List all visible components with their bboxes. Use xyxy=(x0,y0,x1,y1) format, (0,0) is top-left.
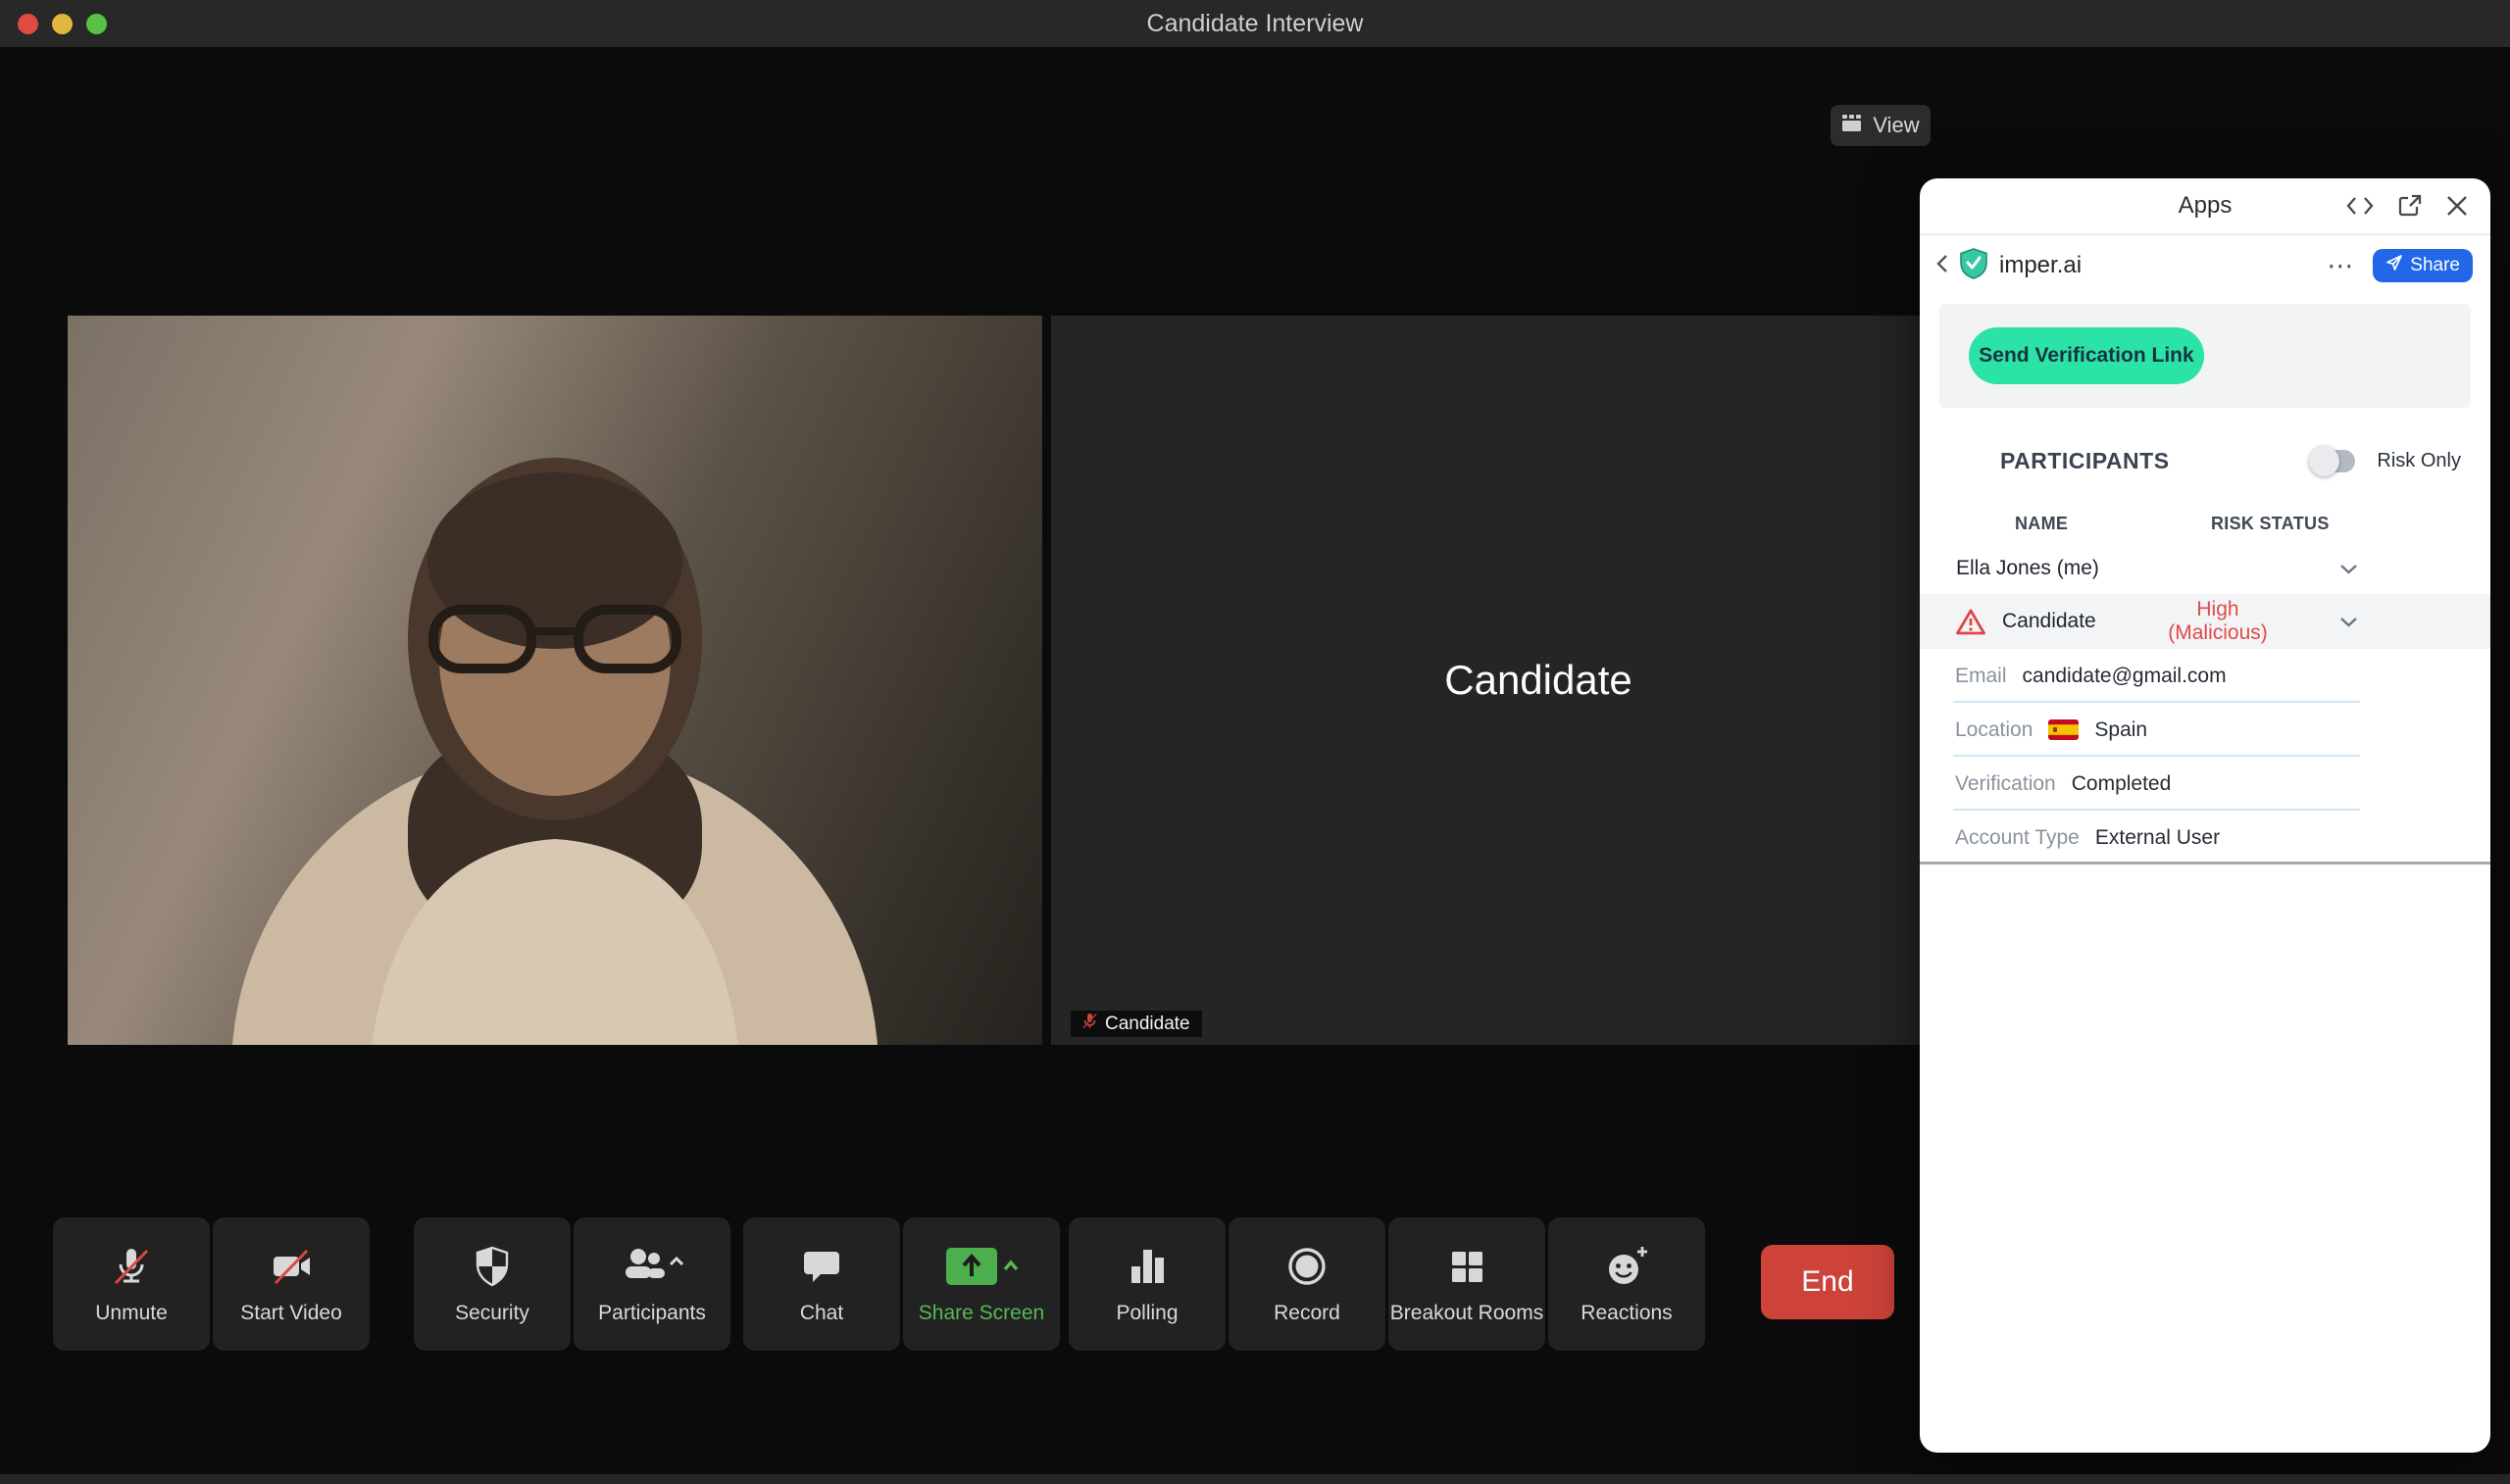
risk-status-column-header: RISK STATUS xyxy=(2211,514,2330,535)
toggle-knob xyxy=(2309,446,2339,476)
detail-label: Account Type xyxy=(1955,826,2080,850)
chat-label: Chat xyxy=(800,1302,843,1325)
participants-table-header: NAME RISK STATUS xyxy=(1920,514,2490,535)
participants-button[interactable]: Participants xyxy=(574,1217,730,1351)
record-icon xyxy=(1284,1243,1330,1290)
unmute-label: Unmute xyxy=(95,1302,168,1325)
person-silhouette xyxy=(68,316,1042,1045)
chevron-down-icon[interactable] xyxy=(2339,557,2358,580)
detail-value: Completed xyxy=(2072,772,2172,796)
app-name: imper.ai xyxy=(1999,252,2082,279)
close-icon[interactable] xyxy=(2445,194,2469,218)
detail-row-verification: Verification Completed xyxy=(1920,757,2490,811)
chevron-down-icon[interactable] xyxy=(2339,610,2358,633)
candidate-name-badge: Candidate xyxy=(1071,1011,1202,1037)
verification-section: Send Verification Link xyxy=(1939,304,2471,408)
participants-section-header: PARTICIPANTS Risk Only xyxy=(2000,441,2461,480)
detail-row-account-type: Account Type External User xyxy=(1920,811,2490,865)
mic-muted-icon xyxy=(1082,1013,1097,1035)
participant-row-candidate[interactable]: Candidate High (Malicious) xyxy=(1920,594,2490,649)
participants-heading: PARTICIPANTS xyxy=(2000,448,2170,474)
detail-value: Spain xyxy=(2094,718,2147,742)
detail-row-email: Email candidate@gmail.com xyxy=(1920,649,2490,703)
polling-label: Polling xyxy=(1116,1302,1178,1325)
detail-value: candidate@gmail.com xyxy=(2023,665,2227,688)
record-label: Record xyxy=(1274,1302,1340,1325)
apps-panel: Apps xyxy=(1920,178,2490,1453)
reactions-button[interactable]: Reactions xyxy=(1548,1217,1705,1351)
name-column-header: NAME xyxy=(2015,514,2211,535)
breakout-rooms-label: Breakout Rooms xyxy=(1390,1302,1543,1325)
reactions-label: Reactions xyxy=(1581,1302,1672,1325)
participant-name: Candidate xyxy=(2002,610,2096,633)
breakout-rooms-button[interactable]: Breakout Rooms xyxy=(1388,1217,1545,1351)
breakout-rooms-icon xyxy=(1444,1243,1489,1290)
share-screen-button[interactable]: Share Screen xyxy=(903,1217,1060,1351)
popout-icon[interactable] xyxy=(2397,194,2422,219)
chat-button[interactable]: Chat xyxy=(743,1217,900,1351)
detail-label: Email xyxy=(1955,665,2007,688)
participant-row-self[interactable]: Ella Jones (me) xyxy=(1920,543,2490,594)
detail-label: Verification xyxy=(1955,772,2056,796)
participant-name: Ella Jones (me) xyxy=(1956,557,2099,580)
screen-bottom-strip xyxy=(0,1474,2510,1484)
risk-status-value: High (Malicious) xyxy=(2153,598,2283,645)
polling-icon xyxy=(1125,1243,1170,1290)
end-label: End xyxy=(1801,1265,1853,1299)
risk-only-label: Risk Only xyxy=(2377,450,2461,472)
send-verification-link-button[interactable]: Send Verification Link xyxy=(1969,327,2204,384)
zoom-meeting-window: Candidate Interview View Candidate xyxy=(0,0,2510,1484)
grid-view-icon xyxy=(1841,113,1864,139)
spain-flag-icon xyxy=(2048,719,2079,740)
share-app-button[interactable]: Share xyxy=(2373,249,2473,282)
candidate-tile-name: Candidate xyxy=(1444,657,1632,704)
share-screen-icon xyxy=(944,1243,1019,1290)
participants-icon xyxy=(621,1243,683,1290)
participant-video-tile xyxy=(68,316,1042,1045)
apps-panel-title: Apps xyxy=(2179,192,2233,220)
security-label: Security xyxy=(455,1302,529,1325)
candidate-video-tile: Candidate Candidate xyxy=(1051,316,2026,1045)
meeting-toolbar: Unmute Start Video Security xyxy=(53,1217,1708,1351)
start-video-label: Start Video xyxy=(240,1302,342,1325)
window-title: Candidate Interview xyxy=(0,10,2510,38)
view-button[interactable]: View xyxy=(1831,105,1931,146)
detail-value: External User xyxy=(2095,826,2220,850)
send-icon xyxy=(2385,254,2403,277)
record-button[interactable]: Record xyxy=(1229,1217,1385,1351)
candidate-badge-label: Candidate xyxy=(1105,1014,1190,1035)
detail-row-location: Location Spain xyxy=(1920,703,2490,757)
detail-label: Location xyxy=(1955,718,2033,742)
view-button-label: View xyxy=(1873,113,1919,138)
share-app-label: Share xyxy=(2410,255,2460,276)
risk-only-toggle[interactable] xyxy=(2312,450,2355,472)
imperai-logo-icon xyxy=(1959,248,1988,284)
security-shield-icon xyxy=(470,1243,515,1290)
chat-icon xyxy=(799,1243,844,1290)
mic-muted-icon xyxy=(109,1243,154,1290)
code-icon[interactable] xyxy=(2346,195,2374,217)
unmute-button[interactable]: Unmute xyxy=(53,1217,210,1351)
risk-warning-icon xyxy=(1955,608,1986,636)
start-video-button[interactable]: Start Video xyxy=(213,1217,370,1351)
end-meeting-button[interactable]: End xyxy=(1761,1245,1894,1319)
video-muted-icon xyxy=(268,1243,315,1290)
apps-panel-header: Apps xyxy=(1920,178,2490,235)
security-button[interactable]: Security xyxy=(414,1217,571,1351)
participants-label: Participants xyxy=(598,1302,706,1325)
more-options-button[interactable]: ⋯ xyxy=(2327,253,2353,279)
share-screen-label: Share Screen xyxy=(919,1302,1044,1325)
back-chevron-icon[interactable] xyxy=(1935,254,1948,278)
titlebar: Candidate Interview xyxy=(0,0,2510,47)
app-title-bar: imper.ai ⋯ Share xyxy=(1920,235,2490,296)
reactions-icon xyxy=(1602,1243,1651,1290)
polling-button[interactable]: Polling xyxy=(1069,1217,1226,1351)
